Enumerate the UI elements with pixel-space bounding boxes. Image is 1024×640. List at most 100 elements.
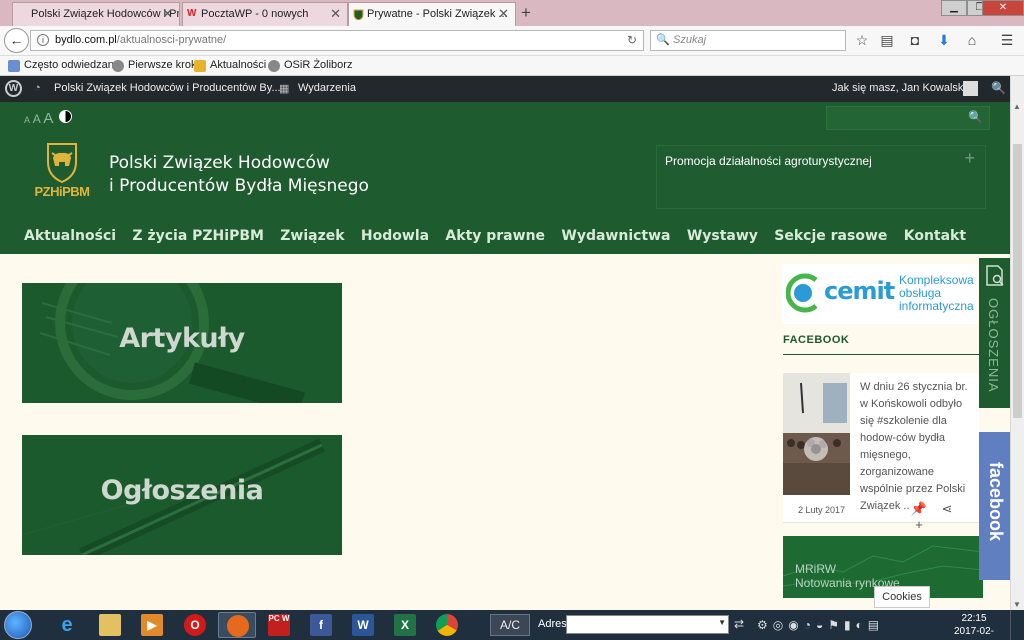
start-button[interactable]	[4, 611, 32, 639]
home-icon[interactable]: ⌂	[963, 32, 981, 48]
info-icon[interactable]: i	[37, 34, 49, 46]
taskbar-word[interactable]: W	[344, 612, 382, 638]
admin-greeting[interactable]: Jak się masz, Jan Kowalski?	[832, 82, 972, 94]
taskbar-opera[interactable]: O	[176, 612, 214, 638]
scroll-down-icon[interactable]: ▼	[1013, 600, 1021, 609]
plus-icon[interactable]: +	[905, 517, 933, 532]
shield-favicon-icon	[353, 9, 364, 20]
search-icon[interactable]: 🔍	[991, 81, 1006, 95]
promo-box[interactable]: Promocja działalności agroturystycznej +	[656, 145, 986, 209]
clipboard-icon[interactable]: ▤	[878, 32, 896, 49]
close-window-button[interactable]: ✕	[982, 0, 1024, 16]
close-icon[interactable]: ✕	[330, 3, 341, 25]
taskbar-firefox[interactable]	[218, 612, 256, 638]
nav-item-aktualnosci[interactable]: Aktualności	[24, 228, 116, 244]
nav-item-hodowla[interactable]: Hodowla	[361, 228, 429, 244]
firefox-icon	[227, 615, 249, 637]
bookmark-item[interactable]: Często odwiedzane	[8, 59, 120, 72]
contrast-icon[interactable]	[59, 110, 72, 123]
document-search-icon	[986, 265, 1004, 286]
cemit-tagline: Kompleksowa obsługa informatyczna	[899, 274, 974, 313]
pin-icon[interactable]: 📌	[905, 501, 933, 517]
nav-item-wydawnictwa[interactable]: Wydawnictwa	[561, 228, 670, 244]
scroll-thumb[interactable]	[1013, 144, 1022, 418]
nav-item-zwiazek[interactable]: Związek	[280, 228, 344, 244]
page-scrollbar[interactable]: ▲ ▼	[1010, 76, 1024, 610]
font-large-button[interactable]: A	[43, 110, 53, 127]
address-label: Adres	[538, 618, 567, 630]
url-bar[interactable]: i bydlo.com.pl/aktualnosci-prywatne/ ↻	[30, 30, 644, 51]
bookmark-item[interactable]: OSiR Żoliborz	[268, 59, 352, 72]
go-icon[interactable]: ⇄	[734, 617, 744, 631]
chevron-down-icon[interactable]: ▼	[718, 618, 726, 627]
promo-label: Promocja działalności agroturystycznej	[665, 154, 872, 168]
plus-icon[interactable]: +	[964, 148, 975, 169]
taskbar-ie[interactable]: e	[48, 612, 86, 638]
share-icon[interactable]: ⋖	[933, 501, 961, 517]
search-icon[interactable]: 🔍	[968, 110, 983, 124]
tab-pzhipbm[interactable]: Polski Związek Hodowców i Pr... ✕	[12, 2, 180, 26]
facebook-post-card[interactable]: W dniu 26 stycznia br. w Końskowoli odby…	[783, 373, 979, 532]
bookmark-item[interactable]: Aktualności	[194, 59, 266, 72]
cemit-logo-icon	[786, 273, 818, 313]
cemit-ad-banner[interactable]: cemit Kompleksowa obsługa informatyczna	[782, 264, 978, 324]
pocket-icon[interactable]: ◘	[906, 32, 924, 48]
admin-site-name[interactable]: Polski Związek Hodowców i Producentów By…	[54, 82, 281, 94]
back-button[interactable]: ←	[4, 28, 29, 53]
taskbar-pcworld[interactable]: PC W	[260, 612, 298, 638]
url-path: /aktualnosci-prywatne/	[116, 34, 227, 46]
wordpress-icon[interactable]: W	[5, 80, 22, 97]
bookmark-item[interactable]: Pierwsze kroki	[112, 59, 199, 72]
scroll-up-icon[interactable]: ▲	[1013, 102, 1021, 111]
ac-button[interactable]: A/C	[490, 614, 530, 636]
nav-item-sekcje-rasowe[interactable]: Sekcje rasowe	[774, 228, 887, 244]
announcements-tile-label: Ogłoszenia	[100, 475, 264, 506]
nav-item-z-zycia[interactable]: Z życia PZHiPBM	[132, 228, 264, 244]
cookies-button[interactable]: Cookies	[874, 586, 930, 608]
bookmark-star-icon[interactable]: ☆	[853, 32, 871, 49]
announcements-side-tab[interactable]: OGŁOSZENIA	[979, 258, 1010, 408]
taskbar-facebook[interactable]: f	[302, 612, 340, 638]
dashboard-icon[interactable]: ◔	[34, 82, 41, 94]
admin-events-link[interactable]: Wydarzenia	[298, 82, 356, 94]
nav-item-kontakt[interactable]: Kontakt	[904, 228, 966, 244]
taskbar-media[interactable]: ▶	[133, 612, 171, 638]
taskbar-explorer[interactable]	[91, 612, 129, 638]
browser-search-input[interactable]: 🔍 Szukaj	[650, 30, 846, 51]
font-medium-button[interactable]: A	[33, 112, 40, 126]
nav-item-wystawy[interactable]: Wystawy	[687, 228, 758, 244]
avatar[interactable]	[963, 81, 978, 96]
download-icon[interactable]: ⬇	[935, 32, 953, 49]
menu-icon[interactable]: ☰	[998, 32, 1016, 49]
cemit-brand: cemit	[824, 277, 895, 305]
tab-prywatne[interactable]: Prywatne - Polski Związek ... ✕	[348, 2, 516, 27]
show-desktop-button[interactable]	[1010, 610, 1024, 640]
media-icon: ▶	[141, 614, 163, 636]
site-search-input[interactable]: 🔍	[826, 106, 990, 130]
taskbar-excel[interactable]: X	[386, 612, 424, 638]
clock[interactable]: 22:15 2017-02-03	[950, 612, 998, 640]
wp-favicon-icon: W	[187, 8, 197, 19]
rss-icon	[194, 60, 206, 72]
articles-tile[interactable]: Artykuły	[22, 283, 342, 403]
site-title-line2: i Producentów Bydła Mięsnego	[109, 176, 369, 196]
close-icon[interactable]: ✕	[498, 3, 509, 25]
facebook-side-tab[interactable]: facebook	[979, 432, 1010, 580]
nav-item-akty-prawne[interactable]: Akty prawne	[445, 228, 545, 244]
site-title[interactable]: Polski Związek Hodowców i Producentów By…	[109, 152, 369, 198]
reload-icon[interactable]: ↻	[627, 31, 637, 50]
announcements-tile[interactable]: Ogłoszenia	[22, 435, 342, 555]
facebook-heading: FACEBOOK	[783, 334, 850, 346]
minimize-button[interactable]: ▁	[941, 0, 967, 16]
facebook-side-tab-label: facebook	[986, 462, 1006, 542]
close-icon[interactable]: ✕	[162, 3, 173, 25]
taskbar-chrome[interactable]	[428, 612, 466, 638]
address-input[interactable]: ▼	[566, 615, 729, 634]
site-header: A A A 🔍 PZHiPBM Polski Związek Hodowców …	[0, 102, 1010, 254]
post-photo[interactable]	[783, 373, 850, 495]
tab-poczta[interactable]: W PocztaWP - 0 nowych ✕	[182, 2, 348, 26]
new-tab-icon[interactable]: +	[521, 3, 531, 23]
bookmark-label: Pierwsze kroki	[128, 59, 199, 71]
font-small-button[interactable]: A	[24, 115, 30, 125]
tab-label: Prywatne - Polski Związek ...	[367, 8, 508, 20]
